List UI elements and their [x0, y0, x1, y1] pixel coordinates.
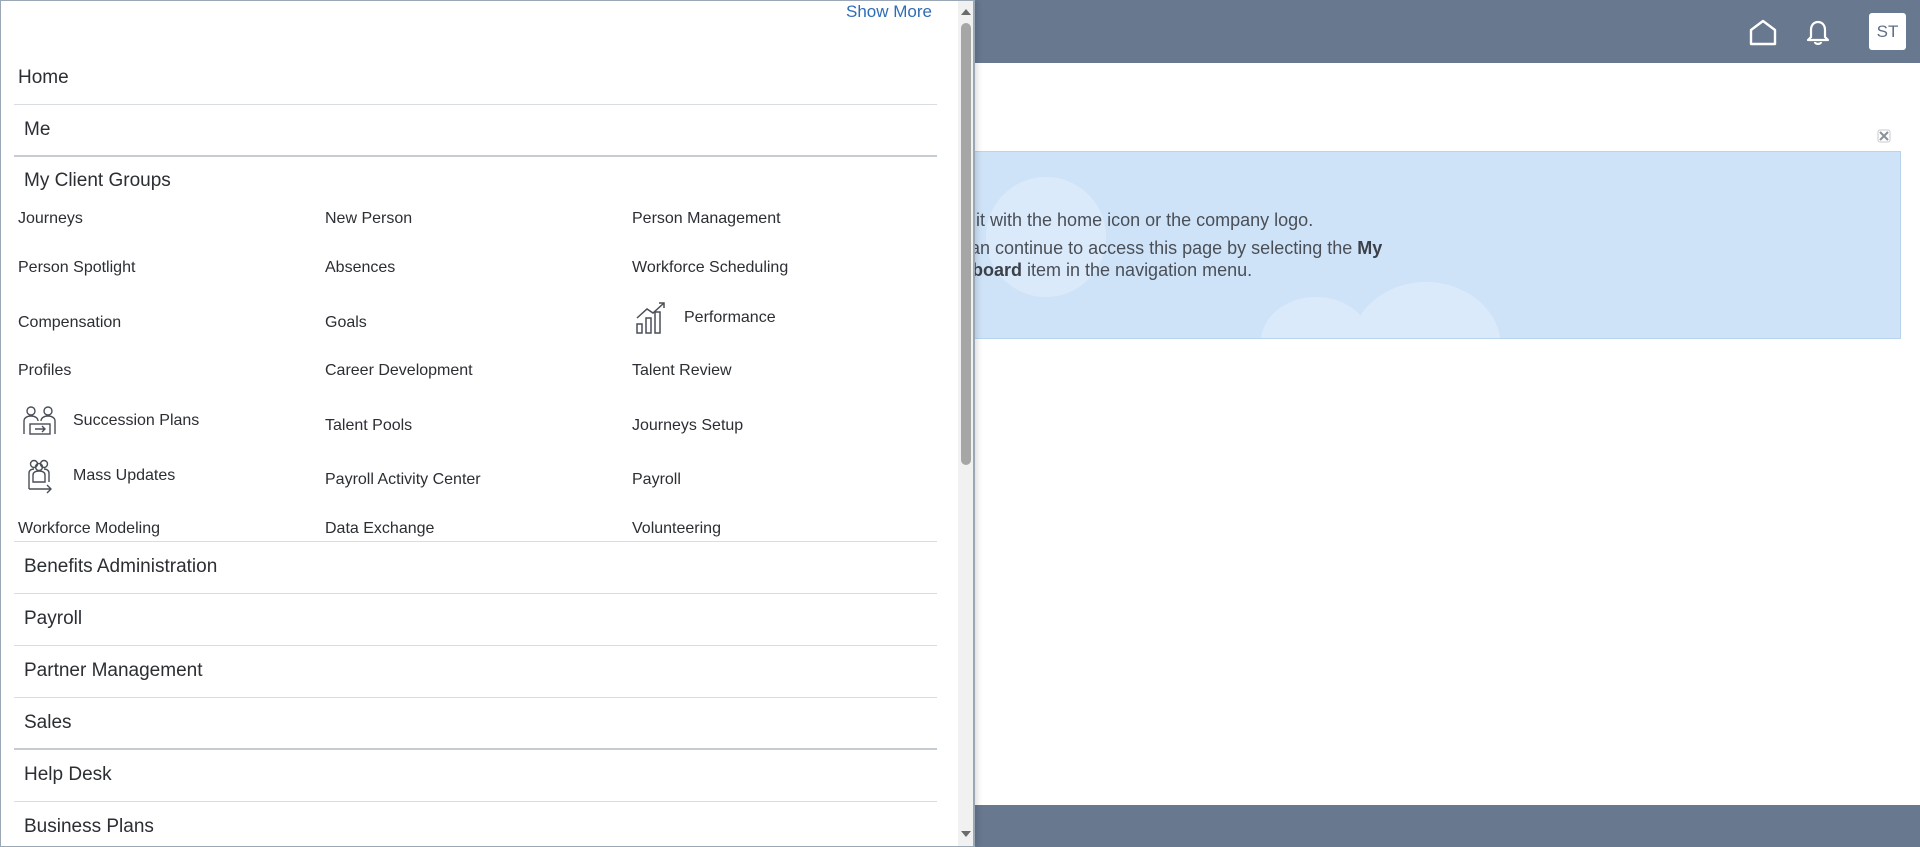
banner-line2-bold: My	[1357, 238, 1383, 258]
nav-item-profiles[interactable]: Profiles	[18, 362, 71, 380]
nav-item-label: Payroll	[632, 471, 681, 488]
nav-item-mass-updates[interactable]: Mass Updates	[21, 457, 175, 495]
show-more-link[interactable]: Show More	[846, 2, 932, 22]
nav-item-goals[interactable]: Goals	[325, 314, 367, 332]
banner-line3-text: item in the navigation menu.	[1022, 260, 1253, 280]
nav-item-career-development[interactable]: Career Development	[325, 362, 473, 380]
banner-line2-text: can continue to access this page by sele…	[961, 238, 1358, 258]
nav-item-label: Workforce Modeling	[18, 520, 160, 537]
nav-item-label: Profiles	[18, 362, 72, 379]
nav-section-my-client-groups[interactable]: My Client Groups	[14, 158, 937, 198]
nav-section-me[interactable]: Me	[14, 105, 937, 157]
banner-line1-text: n it with the home icon or the company l…	[961, 210, 1314, 230]
nav-item-label: Talent Pools	[325, 417, 413, 434]
nav-item-person-management[interactable]: Person Management	[632, 210, 781, 228]
nav-section-benefits-administration[interactable]: Benefits Administration	[14, 542, 937, 594]
nav-item-payroll[interactable]: Payroll	[632, 471, 681, 489]
nav-section-label: Business Plans	[24, 816, 154, 837]
nav-item-label: Volunteering	[632, 520, 721, 537]
nav-item-talent-review[interactable]: Talent Review	[632, 362, 732, 380]
scrollbar-thumb[interactable]	[961, 23, 971, 465]
nav-item-label: Talent Review	[632, 362, 732, 379]
nav-section-label: Benefits Administration	[24, 556, 218, 577]
nav-item-volunteering[interactable]: Volunteering	[632, 520, 721, 538]
nav-item-compensation[interactable]: Compensation	[18, 314, 121, 332]
nav-section-sales[interactable]: Sales	[14, 698, 937, 750]
nav-item-label: Data Exchange	[325, 520, 435, 537]
nav-item-label: Journeys Setup	[632, 417, 744, 434]
nav-item-journeys-setup[interactable]: Journeys Setup	[632, 417, 743, 435]
nav-item-person-spotlight[interactable]: Person Spotlight	[18, 259, 135, 277]
scroll-down-arrow-icon[interactable]	[959, 827, 973, 841]
info-banner: n it with the home icon or the company l…	[960, 151, 1901, 339]
user-avatar[interactable]: ST	[1869, 13, 1906, 50]
nav-item-label: Payroll Activity Center	[325, 471, 481, 488]
cloud-decoration	[1351, 282, 1501, 338]
nav-item-absences[interactable]: Absences	[325, 259, 395, 277]
nav-section-label: My Client Groups	[24, 170, 171, 191]
mass-updates-icon	[21, 457, 59, 495]
nav-item-label: Person Management	[632, 210, 781, 227]
nav-item-label: Person Spotlight	[18, 259, 136, 276]
nav-item-talent-pools[interactable]: Talent Pools	[325, 417, 412, 435]
nav-section-partner-management[interactable]: Partner Management	[14, 646, 937, 698]
succession-people-icon	[21, 402, 59, 440]
nav-item-label: Compensation	[18, 314, 122, 331]
nav-section-label: Sales	[24, 712, 72, 733]
nav-section-business-plans[interactable]: Business Plans	[14, 802, 937, 846]
banner-text-line-2: can continue to access this page by sele…	[961, 238, 1382, 259]
banner-text-line-3: hboard item in the navigation menu.	[961, 260, 1252, 281]
nav-item-label: Absences	[325, 259, 396, 276]
nav-item-journeys[interactable]: Journeys	[18, 210, 83, 228]
nav-section-help-desk[interactable]: Help Desk	[14, 750, 937, 802]
home-icon[interactable]	[1745, 14, 1781, 50]
nav-item-label: Succession Plans	[73, 412, 200, 429]
nav-section-label: Home	[18, 67, 69, 88]
nav-section-label: Partner Management	[24, 660, 203, 681]
nav-item-succession-plans[interactable]: Succession Plans	[21, 402, 199, 440]
nav-item-label: Performance	[684, 309, 776, 326]
navigator-panel: Show More Home Me My Client Groups Journ…	[0, 0, 975, 847]
nav-section-label: Me	[24, 119, 51, 140]
nav-item-label: Workforce Scheduling	[632, 259, 789, 276]
nav-section-label: Payroll	[24, 608, 83, 629]
nav-section-label: Help Desk	[24, 764, 112, 785]
nav-item-new-person[interactable]: New Person	[325, 210, 412, 228]
banner-text-line-1: n it with the home icon or the company l…	[961, 210, 1313, 231]
bell-icon[interactable]	[1800, 14, 1836, 50]
nav-item-label: New Person	[325, 210, 413, 227]
nav-item-data-exchange[interactable]: Data Exchange	[325, 520, 434, 538]
nav-item-label: Mass Updates	[73, 467, 176, 484]
scroll-up-arrow-icon[interactable]	[959, 5, 973, 19]
nav-item-label: Journeys	[18, 210, 83, 227]
nav-item-label: Goals	[325, 314, 367, 331]
nav-section-home[interactable]: Home	[14, 53, 937, 105]
nav-item-workforce-modeling[interactable]: Workforce Modeling	[18, 520, 160, 538]
avatar-initials: ST	[1876, 21, 1899, 41]
nav-section-payroll[interactable]: Payroll	[14, 594, 937, 646]
performance-chart-icon	[632, 299, 670, 337]
nav-item-payroll-activity-center[interactable]: Payroll Activity Center	[325, 471, 481, 489]
nav-item-label: Career Development	[325, 362, 473, 379]
nav-item-performance[interactable]: Performance	[632, 299, 776, 337]
close-icon[interactable]	[1876, 129, 1892, 145]
nav-item-workforce-scheduling[interactable]: Workforce Scheduling	[632, 259, 788, 277]
